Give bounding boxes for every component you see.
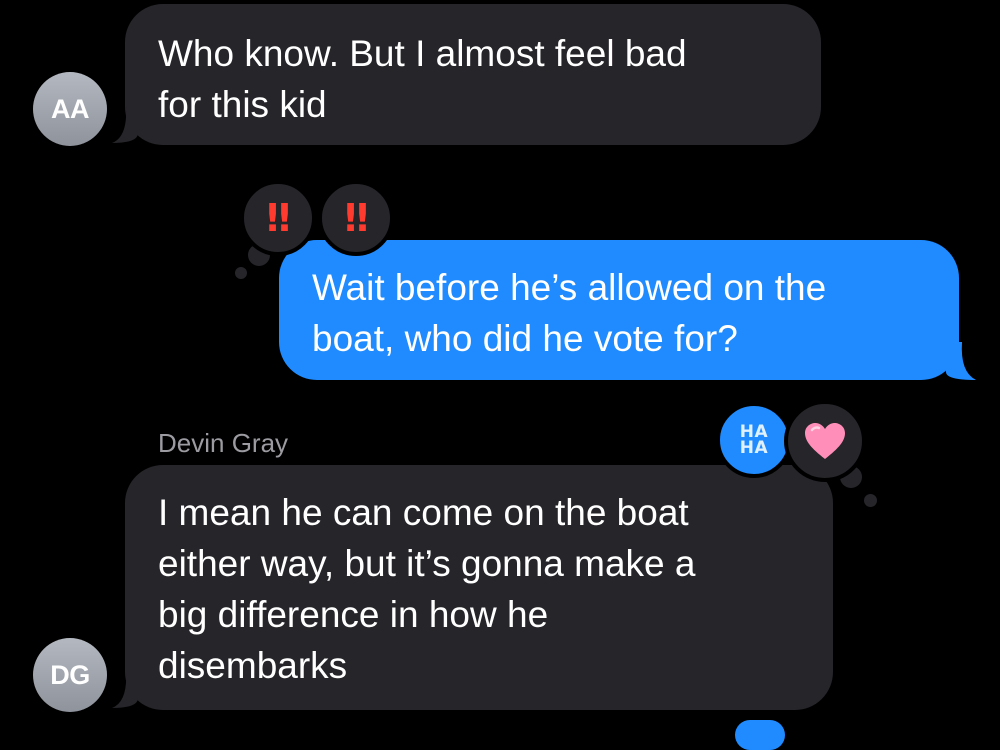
message-text-line: I mean he can come on the boat <box>158 492 689 533</box>
message-text-line: boat, who did he vote for? <box>312 318 738 359</box>
double-exclamation-icon: ‼ <box>266 196 291 240</box>
bubble-tail <box>112 105 138 143</box>
message-bubble-incoming[interactable]: I mean he can come on the boat either wa… <box>125 465 833 710</box>
next-bubble-edge <box>735 720 785 750</box>
message-text-line: Wait before he’s allowed on the <box>312 267 827 308</box>
avatar[interactable]: AA <box>33 72 107 146</box>
tapback-reaction[interactable]: ‼ <box>318 180 394 256</box>
tapback-tail-dot <box>864 494 877 507</box>
tapback-reaction[interactable]: HA HA <box>716 402 792 478</box>
message-text-line: big difference in how he <box>158 594 549 635</box>
message-text-line: for this kid <box>158 84 327 125</box>
avatar[interactable]: DG <box>33 638 107 712</box>
heart-icon <box>805 423 845 459</box>
avatar-initials: DG <box>50 659 90 690</box>
message-text-line: Who know. But I almost feel bad <box>158 33 687 74</box>
haha-icon: HA HA <box>739 422 769 458</box>
sender-name: Devin Gray <box>158 428 289 458</box>
message-text-line: disembarks <box>158 645 348 686</box>
tapback-reaction[interactable] <box>784 400 866 482</box>
message-text-line: either way, but it’s gonna make a <box>158 543 696 584</box>
message-bubble-incoming[interactable]: Who know. But I almost feel bad for this… <box>125 4 821 145</box>
tapback-tail-dot <box>235 267 247 279</box>
tapback-reaction[interactable]: ‼ <box>240 180 316 256</box>
bubble-tail <box>112 670 138 708</box>
message-bubble-outgoing[interactable]: Wait before he’s allowed on the boat, wh… <box>279 240 959 380</box>
bubble-tail <box>946 342 976 380</box>
double-exclamation-icon: ‼ <box>344 196 369 240</box>
avatar-initials: AA <box>51 93 90 124</box>
